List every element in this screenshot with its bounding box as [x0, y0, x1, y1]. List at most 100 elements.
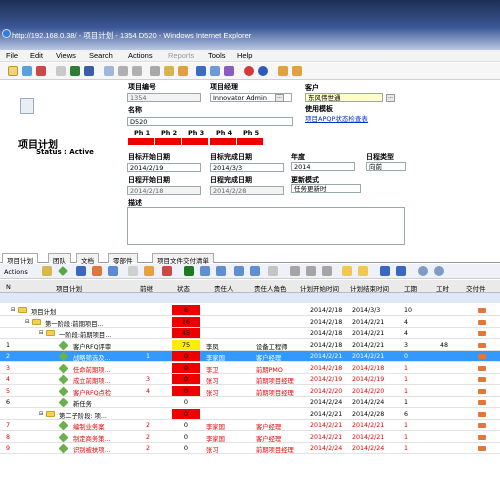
- col-status[interactable]: 状态: [177, 283, 190, 293]
- tab-deliverables[interactable]: 项目文件交付清单: [152, 253, 214, 265]
- new-icon[interactable]: [8, 66, 18, 76]
- col-plan-end[interactable]: 计划结束时间: [350, 283, 389, 293]
- print-small-icon[interactable]: [268, 266, 278, 276]
- add-milestone-icon[interactable]: [58, 266, 68, 276]
- col-plan-start[interactable]: 计划开始时间: [300, 283, 339, 293]
- copy-small-icon[interactable]: [306, 266, 316, 276]
- table-row[interactable]: ⊟ 项目计划 6 2014/2/18 2014/3/3 10: [0, 305, 500, 316]
- actions-menu[interactable]: Actions: [4, 268, 28, 276]
- save-icon[interactable]: [22, 66, 32, 76]
- print-icon[interactable]: [56, 66, 66, 76]
- outdent-icon[interactable]: [200, 266, 210, 276]
- lock-icon[interactable]: [164, 66, 174, 76]
- expand-toggle-icon[interactable]: ⊟: [11, 307, 15, 313]
- table-row[interactable]: 4 成立前期项... 3 0 张习 前期项目经理 2014/2/19 2014/2/19 1: [0, 374, 500, 385]
- description-field[interactable]: [127, 207, 405, 245]
- col-n[interactable]: N: [6, 283, 11, 291]
- gantt-icon[interactable]: [396, 266, 406, 276]
- table-row[interactable]: 6 新任务 0 2014/2/24 2014/2/24 1: [0, 397, 500, 408]
- indent-icon[interactable]: [216, 266, 226, 276]
- deliverable-icon[interactable]: [478, 400, 486, 405]
- expand-toggle-icon[interactable]: ⊟: [39, 330, 43, 336]
- tab-parts[interactable]: 零部件: [108, 253, 138, 265]
- target-start-field[interactable]: 2014/2/19: [127, 163, 201, 172]
- project-no-field[interactable]: 1354: [127, 93, 201, 102]
- deliverable-icon[interactable]: [478, 331, 486, 336]
- table-row[interactable]: 3 任命前期项... 0 李卫 前期PMO 2014/2/18 2014/2/18 1: [0, 362, 500, 374]
- template-link[interactable]: 项目APQP状态检查表: [305, 113, 368, 123]
- menu-file[interactable]: File: [6, 51, 18, 60]
- deliverable-icon[interactable]: [478, 423, 486, 428]
- add-folder-icon[interactable]: [42, 266, 52, 276]
- menu-search[interactable]: Search: [89, 51, 113, 60]
- promote-icon[interactable]: [196, 66, 206, 76]
- table-row[interactable]: 7 编制业务案 2 0 李家国 客户经理 2014/2/21 2014/2/21 1: [0, 420, 500, 431]
- delete-small-icon[interactable]: [162, 266, 172, 276]
- menu-edit[interactable]: Edit: [30, 51, 43, 60]
- menu-actions[interactable]: Actions: [128, 51, 153, 60]
- pm-lookup-button[interactable]: ...: [275, 94, 284, 102]
- deliverable-icon[interactable]: [478, 365, 486, 371]
- col-predecessor[interactable]: 前继: [140, 283, 153, 293]
- name-field[interactable]: D520: [127, 117, 293, 126]
- tab-project-plan[interactable]: 项目计划: [2, 253, 38, 265]
- paste-icon[interactable]: [132, 66, 142, 76]
- word-icon[interactable]: [84, 66, 94, 76]
- deliverable-icon[interactable]: [478, 319, 486, 325]
- table-row[interactable]: 9 识别被扶项... 2 0 张习 前期项目经理 2014/2/24 2014/2/24 1: [0, 443, 500, 454]
- deliverable-icon[interactable]: [478, 354, 486, 359]
- unlock-icon[interactable]: [150, 66, 160, 76]
- folder-icon[interactable]: [358, 266, 368, 276]
- zoom-out-icon[interactable]: [434, 266, 444, 276]
- tab-team[interactable]: 团队: [48, 253, 71, 265]
- help-icon[interactable]: [258, 66, 268, 76]
- table-row[interactable]: 5 客户RFQ点检 4 0 张习 前期项目经理 2014/2/20 2014/2/20 1: [0, 385, 500, 397]
- edit-small-icon[interactable]: [144, 266, 154, 276]
- check-icon[interactable]: [184, 266, 194, 276]
- menu-reports[interactable]: Reports: [168, 51, 194, 60]
- deliverable-icon[interactable]: [92, 266, 102, 276]
- link-icon[interactable]: [108, 266, 118, 276]
- deliverable-icon[interactable]: [478, 342, 486, 348]
- pin-icon[interactable]: [292, 66, 302, 76]
- expand-toggle-icon[interactable]: ⊟: [25, 319, 29, 325]
- cut-icon[interactable]: [290, 266, 300, 276]
- filter-icon[interactable]: [76, 266, 86, 276]
- sched-end-field[interactable]: 2014/2/28: [210, 186, 284, 195]
- expand-toggle-icon[interactable]: ⊟: [39, 411, 43, 417]
- col-owner-role[interactable]: 责任人角色: [254, 283, 287, 293]
- edit-icon[interactable]: [104, 66, 114, 76]
- menu-tools[interactable]: Tools: [208, 51, 226, 60]
- col-duration[interactable]: 工期: [404, 283, 417, 293]
- tab-documents[interactable]: 文档: [76, 253, 99, 265]
- table-row[interactable]: 1 客户RFQ评审 75 李凤 设备工程师 2014/2/18 2014/2/21 3 48: [0, 339, 500, 351]
- col-owner[interactable]: 责任人: [214, 283, 234, 293]
- table-row[interactable]: 8 制定商务策... 2 0 李家国 客户经理 2014/2/21 2014/2/21 1: [0, 431, 500, 443]
- table-row[interactable]: ⊟ 第二子阶段: 项... 0 2014/2/21 2014/2/28 6: [0, 408, 500, 420]
- deliverable-icon[interactable]: [478, 446, 486, 451]
- move-up-icon[interactable]: [234, 266, 244, 276]
- deliverable-icon[interactable]: [478, 308, 486, 313]
- move-down-icon[interactable]: [250, 266, 260, 276]
- copy-icon[interactable]: [118, 66, 128, 76]
- col-deliverables[interactable]: 交付件: [466, 283, 486, 293]
- customer-lookup-button[interactable]: ...: [386, 94, 395, 102]
- zoom-in-icon[interactable]: [418, 266, 428, 276]
- target-end-field[interactable]: 2014/3/3: [210, 163, 284, 172]
- col-hours[interactable]: 工时: [436, 283, 449, 293]
- deliverable-icon[interactable]: [478, 377, 486, 382]
- deliverable-icon[interactable]: [478, 388, 486, 394]
- properties-small-icon[interactable]: [128, 266, 138, 276]
- year-field[interactable]: 2014: [291, 162, 355, 171]
- paste-small-icon[interactable]: [322, 266, 332, 276]
- delete-icon[interactable]: [36, 66, 46, 76]
- col-plan[interactable]: 项目计划: [56, 283, 82, 293]
- sched-start-field[interactable]: 2014/2/18: [127, 186, 201, 195]
- cal-type-select[interactable]: 向前: [366, 162, 406, 171]
- stop-icon[interactable]: [244, 66, 254, 76]
- properties-icon[interactable]: [224, 66, 234, 76]
- open-folder-icon[interactable]: [342, 266, 352, 276]
- version-icon[interactable]: [178, 66, 188, 76]
- table-row[interactable]: 2 战略筛选及... 1 0 李家国 客户经理 2014/2/21 2014/2/21 0: [0, 351, 500, 362]
- customer-field[interactable]: 东风伟世通: [305, 93, 383, 102]
